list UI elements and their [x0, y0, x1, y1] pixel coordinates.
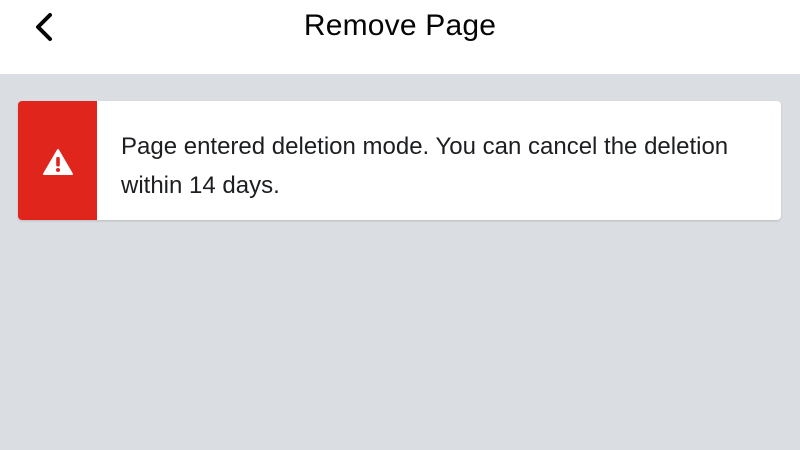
warning-triangle-icon	[42, 146, 74, 176]
notice-message: Page entered deletion mode. You can canc…	[121, 133, 729, 199]
deletion-notice-banner: Page entered deletion mode. You can canc…	[18, 101, 781, 220]
top-navigation-bar: Remove Page	[0, 0, 800, 74]
page-title: Remove Page	[303, 9, 497, 42]
notice-accent-bar	[18, 101, 97, 220]
